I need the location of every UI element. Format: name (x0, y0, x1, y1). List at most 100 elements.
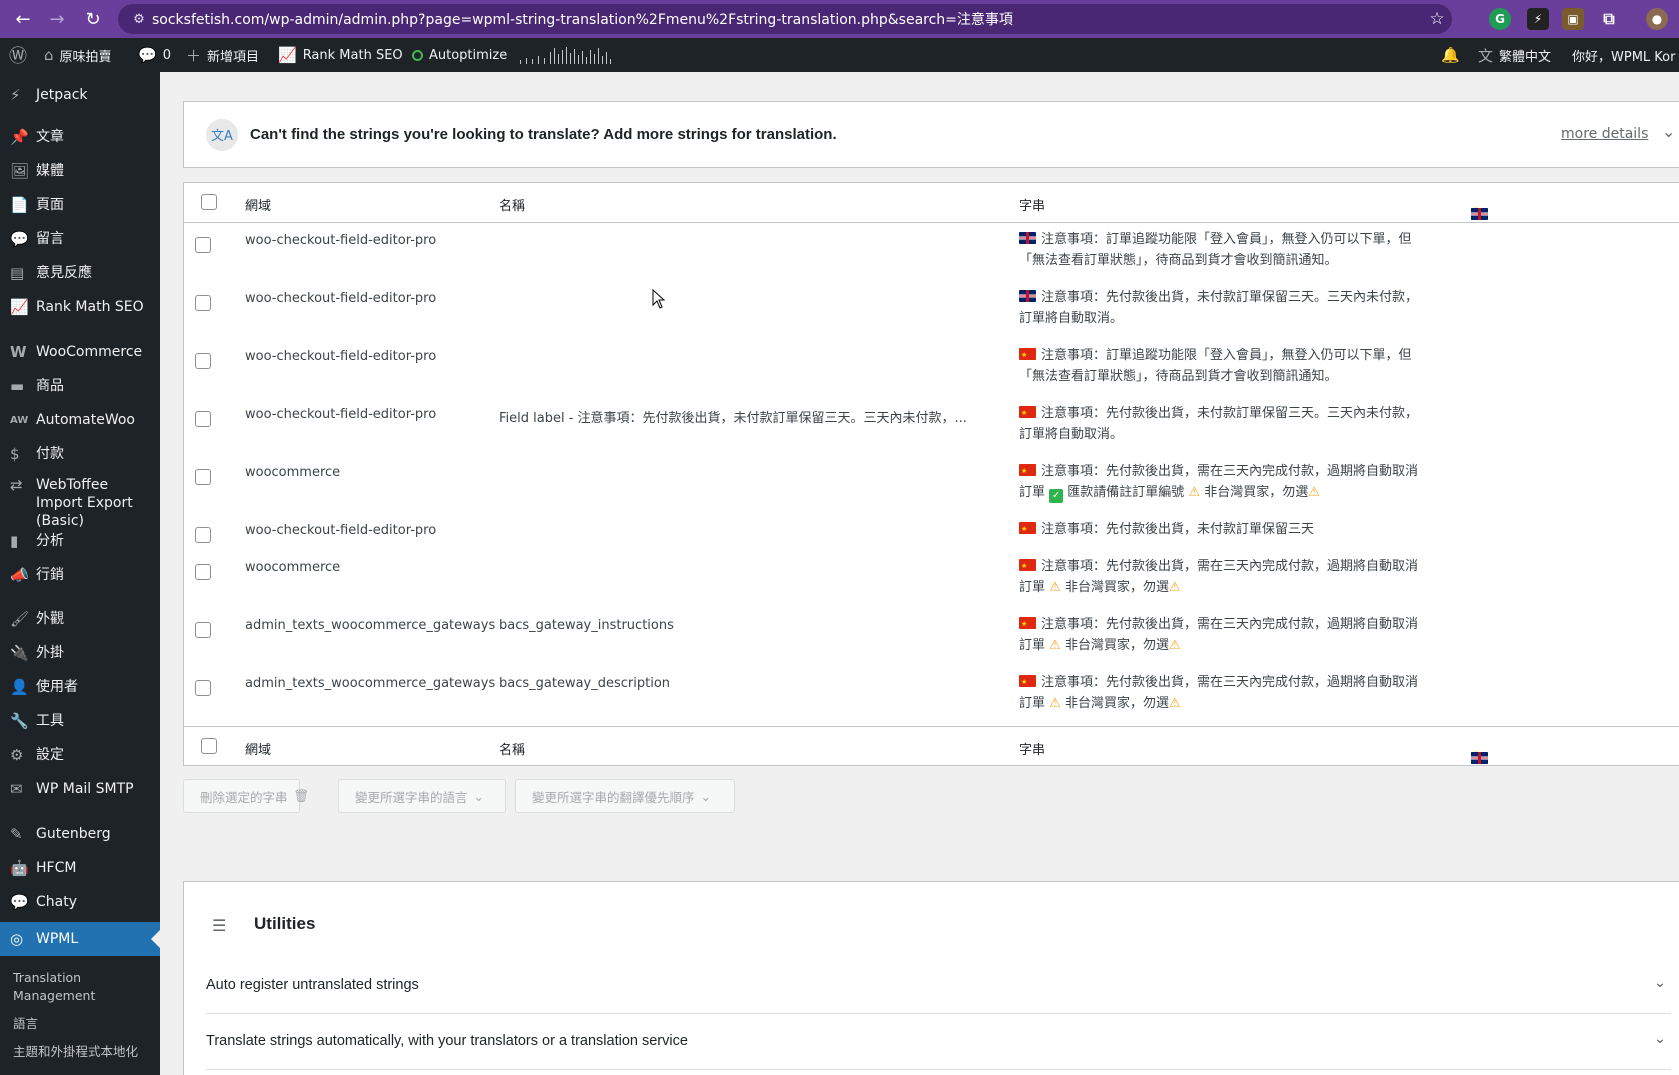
chaty-icon: 💬 (10, 893, 29, 911)
string-value[interactable]: 注意事項：訂單追蹤功能限「登入會員」，無登入仍可以下單，但「無法查看訂單狀態」，… (1019, 229, 1459, 271)
submenu-languages[interactable]: 語言 (13, 1015, 38, 1033)
menu-payments[interactable]: $ 付款 (0, 440, 160, 468)
change-language-button[interactable]: 變更所選字串的語言 ⌄ (338, 779, 506, 813)
menu-plugins[interactable]: 🔌 外掛 (0, 639, 160, 667)
row-checkbox[interactable] (195, 469, 211, 485)
menu-comments[interactable]: 💬 留言 (0, 225, 160, 253)
string-value[interactable]: 注意事項：先付款後出貨，未付款訂單保留三天。三天內未付款，訂單將自動取消。 (1019, 287, 1459, 329)
new-content-link[interactable]: ＋新增項目 (186, 38, 259, 72)
row-checkbox[interactable] (195, 237, 211, 253)
site-settings-icon[interactable]: ⚙ (126, 12, 152, 27)
menu-settings[interactable]: ⚙ 設定 (0, 741, 160, 769)
menu-wp-mail-smtp[interactable]: ✉ WP Mail SMTP (0, 775, 160, 803)
warning-icon: ⚠ (1168, 638, 1181, 653)
string-value[interactable]: 注意事項：訂單追蹤功能限「登入會員」，無登入仍可以下單，但「無法查看訂單狀態」，… (1019, 345, 1459, 387)
rankmath-link[interactable]: 📈 Rank Math SEO (278, 38, 403, 72)
menu-posts[interactable]: 📌 文章 (0, 123, 160, 151)
menu-feedback[interactable]: ▤ 意見反應 (0, 259, 160, 287)
url-text[interactable]: socksfetish.com/wp-admin/admin.php?page=… (152, 9, 1422, 29)
row-checkbox[interactable] (195, 295, 211, 311)
menu-jetpack[interactable]: ⚡ Jetpack (0, 81, 160, 109)
language-switcher[interactable]: 文繁體中文 (1478, 38, 1551, 72)
menu-rankmath[interactable]: 📈 Rank Math SEO (0, 293, 160, 321)
row-checkbox[interactable] (195, 527, 211, 543)
menu-tools[interactable]: 🔧 工具 (0, 707, 160, 735)
warning-icon: ⚠ (1168, 580, 1181, 595)
menu-chaty[interactable]: 💬 Chaty (0, 888, 160, 916)
site-name-link[interactable]: ⌂ 原味拍賣 (44, 38, 112, 72)
menu-woocommerce[interactable]: W WooCommerce (0, 338, 160, 366)
address-bar[interactable]: ⚙ socksfetish.com/wp-admin/admin.php?pag… (118, 4, 1452, 34)
row-checkbox[interactable] (195, 622, 211, 638)
user-greeting[interactable]: 你好，WPML Kor (1572, 38, 1675, 72)
extension-icon-2[interactable]: ▣ (1562, 8, 1584, 30)
delete-selected-button[interactable]: 刪除選定的字串 🗑 (183, 779, 309, 813)
profile-avatar[interactable]: ● (1646, 8, 1668, 30)
comment-icon: 💬 (138, 46, 157, 64)
menu-wpml[interactable]: ◎ WPML (0, 922, 160, 956)
more-details-link[interactable]: more details (1561, 126, 1648, 142)
extension-icon[interactable]: ⚡ (1527, 8, 1549, 30)
submenu-translation-management[interactable]: Translation Management (13, 969, 143, 1005)
chevron-down-icon: ⌄ (700, 788, 711, 804)
column-name[interactable]: 名稱 (499, 739, 525, 758)
string-domain: admin_texts_woocommerce_gateways (245, 618, 496, 633)
string-value[interactable]: 注意事項：先付款後出貨，未付款訂單保留三天 (1019, 519, 1459, 540)
submenu-theme-plugin-localization[interactable]: 主題和外掛程式本地化 (13, 1043, 138, 1061)
menu-automatewoo[interactable]: AW AutomateWoo (0, 406, 160, 434)
change-priority-button[interactable]: 變更所選字串的翻譯優先順序 ⌄ (515, 779, 735, 813)
row-checkbox[interactable] (195, 411, 211, 427)
column-string[interactable]: 字串 (1019, 195, 1045, 214)
column-domain[interactable]: 網域 (245, 195, 271, 214)
china-flag-icon (1019, 403, 1036, 424)
chevron-down-icon[interactable]: ⌄ (1662, 122, 1675, 141)
wordpress-logo-icon[interactable]: Ⓦ (9, 38, 27, 72)
china-flag-icon (1019, 519, 1036, 540)
menu-media[interactable]: 🖼 媒體 (0, 157, 160, 185)
uk-flag-icon (1019, 232, 1036, 244)
select-all-checkbox[interactable] (201, 194, 217, 210)
menu-analytics[interactable]: ▮ 分析 (0, 527, 160, 555)
row-checkbox[interactable] (195, 564, 211, 580)
notifications-bell-icon[interactable]: 🔔 (1441, 38, 1460, 72)
reload-icon[interactable]: ↻ (78, 4, 108, 34)
string-value[interactable]: 注意事項：先付款後出貨，需在三天內完成付款，過期將自動取消訂單 ⚠ 非台灣買家，… (1019, 672, 1459, 714)
bookmark-star-icon[interactable]: ☆ (1422, 9, 1452, 29)
menu-webtoffee[interactable]: ⇄ WebToffee Import Export (Basic) (0, 476, 160, 529)
plus-icon: ＋ (186, 46, 202, 65)
woo-icon: W (10, 343, 27, 361)
home-icon: ⌂ (44, 46, 54, 64)
forward-icon[interactable]: → (42, 4, 72, 34)
auto-register-accordion[interactable]: Auto register untranslated strings ⌄ (206, 958, 1671, 1014)
uk-flag-icon (1471, 752, 1488, 764)
row-checkbox[interactable] (195, 680, 211, 696)
string-domain: woo-checkout-field-editor-pro (245, 407, 437, 422)
autoptimize-link[interactable]: Autoptimize (412, 38, 507, 72)
string-value[interactable]: 注意事項：先付款後出貨，需在三天內完成付款，過期將自動取消訂單 ⚠ 非台灣買家，… (1019, 614, 1459, 656)
row-checkbox[interactable] (195, 353, 211, 369)
hfcm-icon: 🤖 (10, 859, 29, 877)
back-icon[interactable]: ← (8, 4, 38, 34)
feedback-icon: ▤ (10, 264, 25, 282)
menu-gutenberg[interactable]: ✎ Gutenberg (0, 820, 160, 848)
translate-automatically-accordion[interactable]: Translate strings automatically, with yo… (206, 1014, 1671, 1070)
menu-users[interactable]: 👤 使用者 (0, 673, 160, 701)
column-domain[interactable]: 網域 (245, 739, 271, 758)
string-value[interactable]: 注意事項：先付款後出貨，未付款訂單保留三天。三天內未付款，訂單將自動取消。 (1019, 403, 1459, 445)
column-string[interactable]: 字串 (1019, 739, 1045, 758)
extensions-puzzle-icon[interactable]: ⧉ (1598, 8, 1620, 30)
menu-products[interactable]: ▬ 商品 (0, 372, 160, 400)
menu-hfcm[interactable]: 🤖 HFCM (0, 854, 160, 882)
jetpack-icon: ⚡ (10, 86, 21, 104)
column-name[interactable]: 名稱 (499, 195, 525, 214)
analytics-icon: ▮ (10, 532, 19, 550)
string-value[interactable]: 注意事項：先付款後出貨，需在三天內完成付款，過期將自動取消訂單 ✓ 匯款請備註訂… (1019, 461, 1459, 503)
comment-icon: 💬 (10, 230, 29, 248)
menu-pages[interactable]: 📄 頁面 (0, 191, 160, 219)
menu-appearance[interactable]: 🖌 外觀 (0, 605, 160, 633)
select-all-checkbox-footer[interactable] (201, 738, 217, 754)
grammarly-extension-icon[interactable]: G (1489, 8, 1511, 30)
string-value[interactable]: 注意事項：先付款後出貨，需在三天內完成付款，過期將自動取消訂單 ⚠ 非台灣買家，… (1019, 556, 1459, 598)
menu-marketing[interactable]: 📣 行銷 (0, 561, 160, 589)
comments-link[interactable]: 💬 0 (138, 38, 171, 72)
